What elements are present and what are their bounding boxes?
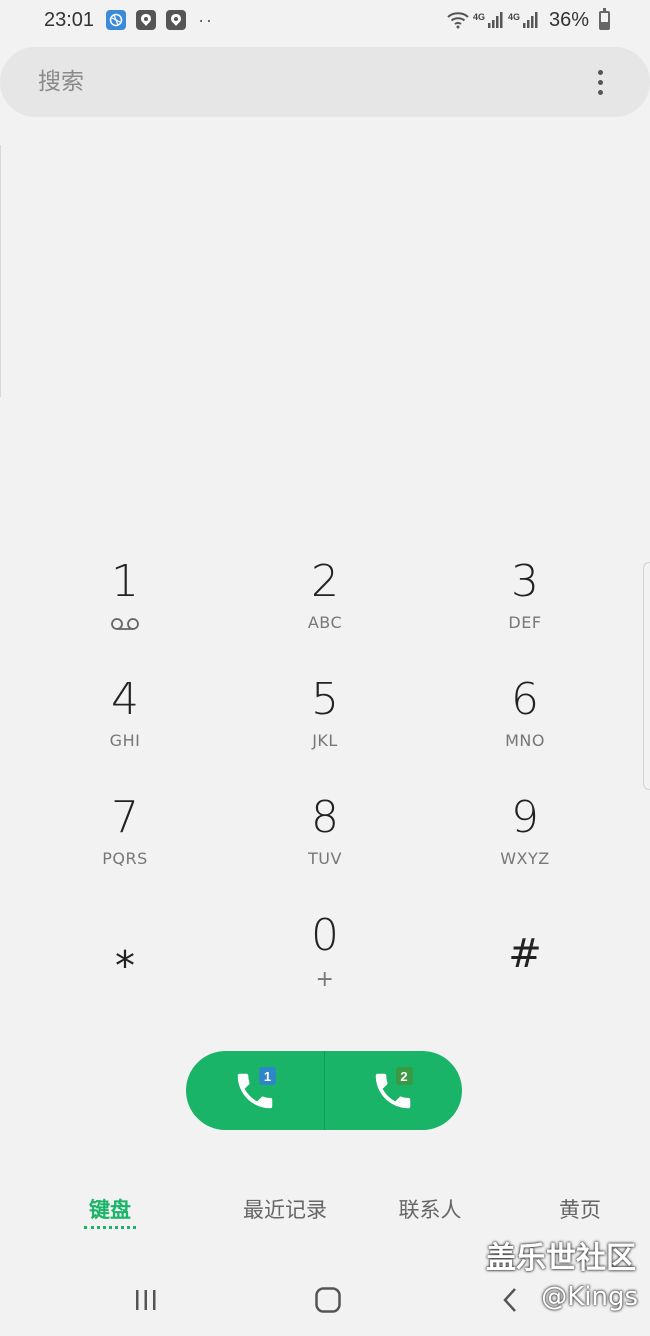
more-dot-icon	[597, 79, 603, 85]
app-notification-icon	[136, 10, 157, 30]
call-sim2-button[interactable]: 2	[325, 1051, 463, 1130]
status-bar: 23:01 ·· 4G 4G 36%	[0, 0, 650, 40]
key-digit: 4	[111, 674, 139, 725]
key-letters: PQRS	[102, 849, 148, 868]
key-digit: ⁎	[115, 931, 135, 977]
key-letters: TUV	[308, 849, 342, 868]
left-edge-divider	[0, 145, 1, 397]
wifi-icon	[447, 12, 469, 29]
tab-keypad[interactable]: 键盘	[0, 1190, 220, 1234]
home-icon	[315, 1287, 341, 1313]
home-button[interactable]	[303, 1280, 353, 1320]
keypad-row: ⁎ 0 + #	[25, 899, 625, 1017]
keypad-row: 4 GHI 5 JKL 6 MNO	[25, 663, 625, 781]
voicemail-icon	[111, 618, 139, 630]
signal-bars-icon	[487, 12, 503, 28]
browser-notification-icon	[106, 10, 127, 30]
key-digit: #	[508, 931, 542, 977]
tab-label: 键盘	[89, 1198, 131, 1222]
more-dot-icon	[597, 69, 603, 75]
network-type-label: 4G	[472, 12, 485, 22]
recent-apps-icon	[136, 1290, 156, 1310]
key-letters: WXYZ	[500, 849, 550, 868]
tab-contacts[interactable]: 联系人	[350, 1190, 510, 1234]
tab-label: 黄页	[559, 1198, 601, 1222]
key-letters: GHI	[109, 731, 141, 750]
dial-keypad: 1 2 ABC 3 DEF 4 GHI 5 JKL 6 MNO 7 PQRS 8…	[25, 545, 625, 1017]
search-bar	[0, 47, 650, 117]
key-6[interactable]: 6 MNO	[425, 663, 625, 781]
battery-percentage: 36%	[548, 8, 589, 31]
battery-icon	[599, 7, 610, 30]
key-0[interactable]: 0 +	[225, 899, 425, 1017]
key-digit: 3	[511, 556, 539, 607]
key-2[interactable]: 2 ABC	[225, 545, 425, 663]
key-digit: 9	[511, 792, 539, 843]
key-digit: 8	[311, 792, 339, 843]
key-digit: 2	[311, 556, 339, 607]
watermark-handle: @Kings	[541, 1282, 638, 1312]
keypad-row: 7 PQRS 8 TUV 9 WXYZ	[25, 781, 625, 899]
signal-sim1: 4G	[473, 12, 504, 28]
key-letters: DEF	[508, 613, 542, 632]
tab-label: 最近记录	[243, 1198, 327, 1222]
key-digit: 0	[311, 910, 339, 961]
edge-panel-handle[interactable]	[643, 562, 650, 790]
network-type-label-2: 4G	[507, 12, 520, 22]
key-9[interactable]: 9 WXYZ	[425, 781, 625, 899]
tab-yellow-pages[interactable]: 黄页	[510, 1190, 650, 1234]
tab-label: 联系人	[398, 1198, 462, 1222]
back-icon	[503, 1288, 516, 1312]
key-4[interactable]: 4 GHI	[25, 663, 225, 781]
active-tab-indicator	[84, 1226, 136, 1229]
key-5[interactable]: 5 JKL	[225, 663, 425, 781]
key-7[interactable]: 7 PQRS	[25, 781, 225, 899]
bottom-tab-bar: 键盘 最近记录 联系人 黄页	[0, 1190, 650, 1234]
app-notification-icon-2	[166, 10, 187, 30]
key-letters: MNO	[505, 731, 545, 750]
key-8[interactable]: 8 TUV	[225, 781, 425, 899]
call-buttons: 1 2	[186, 1051, 462, 1130]
key-digit: 1	[111, 556, 139, 607]
back-button[interactable]	[485, 1280, 535, 1320]
key-digit: 5	[311, 674, 339, 725]
key-3[interactable]: 3 DEF	[425, 545, 625, 663]
key-letters: JKL	[312, 731, 338, 750]
status-right: 4G 4G 36%	[447, 7, 610, 32]
key-letters: +	[315, 967, 335, 992]
key-digit: 7	[111, 792, 139, 843]
key-digit: 6	[511, 674, 539, 725]
key-hash[interactable]: #	[425, 899, 625, 1017]
key-letters: ABC	[307, 613, 343, 632]
tab-recents[interactable]: 最近记录	[220, 1190, 350, 1234]
key-1[interactable]: 1	[25, 545, 225, 663]
sim2-badge: 2	[395, 1067, 413, 1085]
keypad-row: 1 2 ABC 3 DEF	[25, 545, 625, 663]
call-sim1-button[interactable]: 1	[186, 1051, 324, 1130]
watermark-text: 盖乐世社区	[486, 1241, 636, 1276]
signal-bars-icon-2	[522, 12, 538, 28]
search-input[interactable]	[38, 69, 588, 95]
recent-apps-button[interactable]	[121, 1280, 171, 1320]
key-star[interactable]: ⁎	[25, 899, 225, 1017]
sim1-badge: 1	[259, 1067, 276, 1085]
more-notifications-dots: ··	[198, 9, 215, 30]
more-dot-icon	[597, 89, 603, 95]
signal-sim2: 4G	[508, 12, 539, 28]
status-time: 23:01	[44, 8, 95, 31]
more-options-button[interactable]	[588, 62, 612, 102]
